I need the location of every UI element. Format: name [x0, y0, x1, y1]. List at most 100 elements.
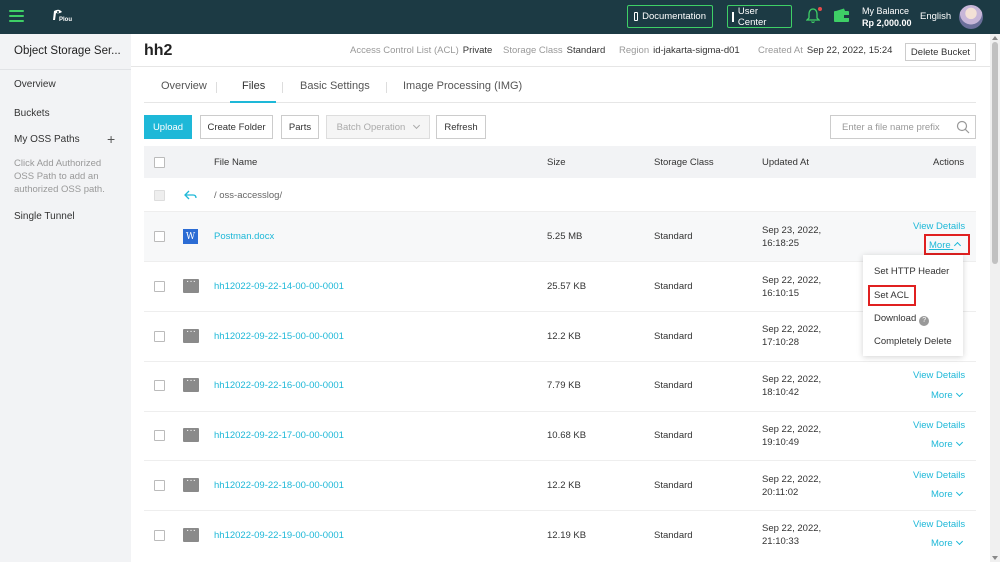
chevron-down-icon: [956, 389, 964, 398]
region-meta: Region id-jakarta-sigma-d01: [619, 45, 740, 56]
create-folder-button[interactable]: Create Folder: [200, 115, 273, 139]
row-checkbox[interactable]: [154, 231, 165, 242]
scroll-down-arrow-icon[interactable]: [992, 556, 998, 560]
file-storage-class: Standard: [654, 430, 693, 441]
file-size: 7.79 KB: [547, 380, 581, 391]
updated-time: 17:10:28: [762, 337, 799, 348]
sidebar-hint: Click Add Authorized OSS Path to add an …: [14, 158, 105, 195]
file-name-link[interactable]: hh12022-09-22-15-00-00-0001: [214, 331, 344, 342]
help-icon[interactable]: ?: [919, 316, 930, 326]
file-icon: [183, 525, 199, 542]
notification-dot: [817, 6, 823, 12]
region-label: Region: [619, 45, 650, 56]
row-checkbox[interactable]: [154, 331, 165, 342]
upload-button[interactable]: Upload: [144, 115, 192, 139]
sidebar-item-single-tunnel[interactable]: Single Tunnel: [14, 211, 75, 222]
wallet-icon[interactable]: [833, 8, 850, 23]
scrollbar-thumb[interactable]: [992, 42, 998, 264]
tab-basic-settings[interactable]: Basic Settings: [300, 80, 370, 92]
column-storage-class[interactable]: Storage Class: [654, 157, 714, 168]
sidebar: Object Storage Ser... Overview Buckets M…: [0, 34, 131, 562]
file-name-link[interactable]: Postman.docx: [214, 231, 274, 242]
view-details-link[interactable]: View Details: [913, 470, 965, 481]
menu-item-completely-delete[interactable]: Completely Delete: [874, 336, 952, 347]
column-size[interactable]: Size: [547, 157, 565, 168]
documentation-button[interactable]: Documentation: [627, 5, 713, 28]
user-center-label: User Center: [737, 5, 767, 28]
balance-display[interactable]: My Balance Rp 2,000.00: [862, 5, 912, 29]
file-prefix-search[interactable]: Enter a file name prefix: [830, 115, 976, 139]
add-oss-path-icon[interactable]: +: [107, 132, 115, 146]
logo-text: Plou: [59, 17, 72, 23]
sidebar-item-overview[interactable]: Overview: [14, 79, 56, 90]
user-center-button[interactable]: User Center: [727, 5, 792, 28]
tab-files[interactable]: Files: [242, 80, 265, 92]
page-scrollbar[interactable]: [990, 34, 1000, 562]
updated-time: 19:10:49: [762, 437, 799, 448]
logo[interactable]: Plou: [50, 8, 74, 26]
file-storage-class: Standard: [654, 231, 693, 242]
file-name-link[interactable]: hh12022-09-22-16-00-00-0001: [214, 380, 344, 391]
file-name-link[interactable]: hh12022-09-22-18-00-00-0001: [214, 480, 344, 491]
sidebar-title: Object Storage Ser...: [14, 45, 121, 57]
file-name-link[interactable]: hh12022-09-22-17-00-00-0001: [214, 430, 344, 441]
search-input[interactable]: Enter a file name prefix: [842, 122, 940, 133]
page-title: hh2: [144, 42, 173, 59]
more-actions-link[interactable]: More: [931, 537, 964, 549]
row-checkbox[interactable]: [154, 480, 165, 491]
updated-date: Sep 22, 2022,: [762, 374, 822, 385]
column-file-name[interactable]: File Name: [214, 157, 257, 168]
view-details-link[interactable]: View Details: [913, 370, 965, 381]
file-updated-at: Sep 22, 2022, 17:10:28: [762, 323, 821, 349]
more-actions-link[interactable]: More: [931, 389, 964, 401]
created-at-value: Sep 22, 2022, 15:24: [806, 45, 893, 56]
back-arrow-icon[interactable]: [184, 189, 198, 201]
updated-date: Sep 22, 2022,: [762, 424, 822, 435]
more-actions-link[interactable]: More: [931, 438, 964, 450]
refresh-button[interactable]: Refresh: [436, 115, 486, 139]
more-actions-link[interactable]: More: [931, 488, 964, 500]
row-checkbox[interactable]: [154, 430, 165, 441]
parts-button[interactable]: Parts: [281, 115, 319, 139]
user-center-icon: [732, 11, 734, 22]
column-updated-at[interactable]: Updated At: [762, 157, 809, 168]
row-checkbox[interactable]: [154, 530, 165, 541]
sidebar-item-buckets[interactable]: Buckets: [14, 108, 50, 119]
updated-date: Sep 22, 2022,: [762, 474, 822, 485]
file-name-link[interactable]: hh12022-09-22-19-00-00-0001: [214, 530, 344, 541]
file-name-link[interactable]: hh12022-09-22-14-00-00-0001: [214, 281, 344, 292]
active-tab-indicator: [230, 101, 276, 103]
view-details-link[interactable]: View Details: [913, 420, 965, 431]
scroll-up-arrow-icon[interactable]: [992, 36, 998, 40]
menu-item-set-http-header[interactable]: Set HTTP Header: [874, 266, 949, 277]
file-updated-at: Sep 22, 2022, 19:10:49: [762, 423, 821, 449]
more-label: More: [931, 390, 953, 401]
storage-class-label: Storage Class: [503, 45, 563, 56]
hamburger-menu-icon[interactable]: [9, 10, 24, 22]
select-all-checkbox[interactable]: [154, 157, 165, 168]
language-selector[interactable]: English: [920, 11, 951, 22]
notification-bell-icon[interactable]: [805, 6, 823, 24]
delete-bucket-button[interactable]: Delete Bucket: [905, 43, 976, 61]
file-updated-at: Sep 22, 2022, 20:11:02: [762, 473, 821, 499]
updated-date: Sep 23, 2022,: [762, 225, 822, 236]
view-details-link[interactable]: View Details: [913, 519, 965, 530]
sidebar-item-my-oss-paths[interactable]: My OSS Paths: [14, 134, 80, 145]
region-value: id-jakarta-sigma-d01: [653, 45, 740, 56]
top-navigation-bar: Plou Documentation User Center My Balanc…: [0, 0, 1000, 34]
row-checkbox[interactable]: [154, 281, 165, 292]
parent-path-breadcrumb[interactable]: / oss-accesslog/: [214, 190, 282, 201]
user-avatar[interactable]: [959, 5, 983, 29]
tab-overview[interactable]: Overview: [161, 80, 207, 92]
tab-image-processing[interactable]: Image Processing (IMG): [403, 80, 522, 92]
view-details-link[interactable]: View Details: [913, 221, 965, 232]
row-checkbox[interactable]: [154, 380, 165, 391]
search-icon[interactable]: [956, 120, 970, 134]
file-size: 5.25 MB: [547, 231, 583, 242]
batch-operation-dropdown[interactable]: Batch Operation: [326, 115, 430, 139]
file-updated-at: Sep 22, 2022, 16:10:15: [762, 274, 821, 300]
menu-item-download[interactable]: Download?: [874, 313, 930, 326]
file-size: 12.2 KB: [547, 480, 581, 491]
file-size: 10.68 KB: [547, 430, 587, 441]
chevron-down-icon: [956, 438, 964, 447]
